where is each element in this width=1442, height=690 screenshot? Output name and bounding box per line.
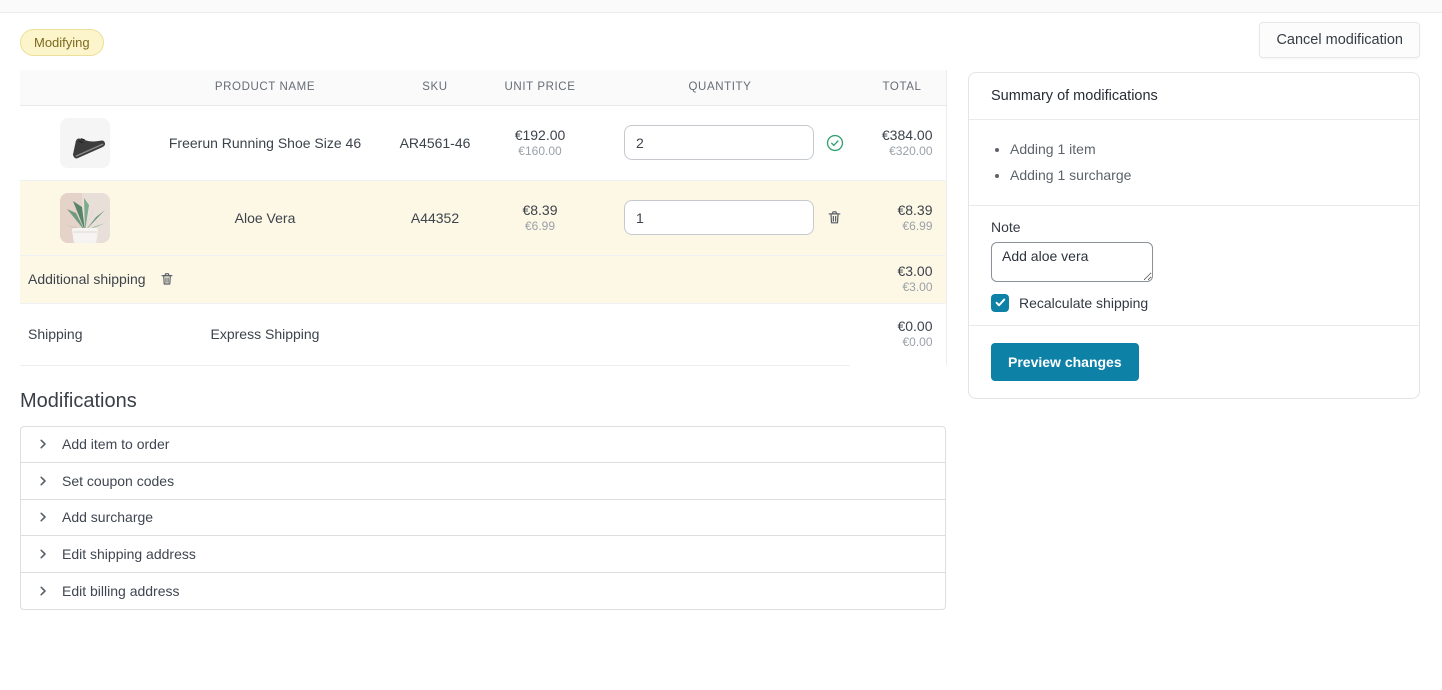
shipping-method: Express Shipping xyxy=(150,303,380,365)
chevron-right-icon xyxy=(37,585,49,597)
summary-card: Summary of modifications Adding 1 item A… xyxy=(968,72,1420,399)
accordion-set-coupon-codes[interactable]: Set coupon codes xyxy=(21,463,945,500)
note-textarea[interactable]: Add aloe vera xyxy=(991,242,1153,282)
accordion-label: Set coupon codes xyxy=(62,473,174,489)
accordion-edit-shipping-address[interactable]: Edit shipping address xyxy=(21,536,945,573)
top-strip xyxy=(0,0,1442,13)
accordion-label: Edit shipping address xyxy=(62,546,196,562)
summary-bullet: Adding 1 surcharge xyxy=(1010,165,1397,185)
order-modification-page: Modifying Cancel modification PRODUCT NA… xyxy=(0,0,1442,690)
shipping-total: €0.00 €0.00 xyxy=(850,318,946,350)
product-image-aloe-vera xyxy=(60,193,110,243)
surcharge-row: Additional shipping €3.0 xyxy=(20,255,946,303)
product-name: Freerun Running Shoe Size 46 xyxy=(150,105,380,180)
preview-changes-button[interactable]: Preview changes xyxy=(991,343,1139,381)
cancel-modification-button[interactable]: Cancel modification xyxy=(1259,22,1420,58)
chevron-right-icon xyxy=(37,511,49,523)
shipping-row: Shipping Express Shipping €0.00 €0.00 xyxy=(20,303,946,365)
modifications-accordion: Add item to order Set coupon codes Add s… xyxy=(20,426,946,611)
modifying-status-badge: Modifying xyxy=(20,29,104,56)
trash-icon[interactable] xyxy=(826,209,843,226)
product-sku: A44352 xyxy=(380,180,490,255)
image-column-header xyxy=(20,70,150,105)
chevron-right-icon xyxy=(37,438,49,450)
quantity-input[interactable] xyxy=(624,125,814,160)
table-row: Freerun Running Shoe Size 46 AR4561-46 €… xyxy=(20,105,946,180)
running-shoe-icon xyxy=(60,118,110,168)
surcharge-label: Additional shipping xyxy=(28,271,146,287)
accordion-add-surcharge[interactable]: Add surcharge xyxy=(21,500,945,537)
quantity-input[interactable] xyxy=(624,200,814,235)
surcharge-total: €3.00 €3.00 xyxy=(850,263,946,295)
total-column-header: TOTAL xyxy=(850,70,946,105)
chevron-right-icon xyxy=(37,475,49,487)
summary-bullet: Adding 1 item xyxy=(1010,139,1397,159)
line-total: €384.00 €320.00 xyxy=(850,127,946,159)
trash-icon[interactable] xyxy=(159,271,175,287)
accordion-label: Edit billing address xyxy=(62,583,180,599)
accordion-label: Add item to order xyxy=(62,436,169,452)
note-label: Note xyxy=(991,219,1397,235)
summary-title: Summary of modifications xyxy=(991,86,1397,106)
table-row-added: Aloe Vera A44352 €8.39 €6.99 xyxy=(20,180,946,255)
table-header-row: PRODUCT NAME SKU UNIT PRICE QUANTITY TOT… xyxy=(20,70,946,105)
accordion-edit-billing-address[interactable]: Edit billing address xyxy=(21,573,945,610)
shipping-label: Shipping xyxy=(20,303,150,365)
order-items-table: PRODUCT NAME SKU UNIT PRICE QUANTITY TOT… xyxy=(20,70,947,366)
unit-price-column-header: UNIT PRICE xyxy=(490,70,590,105)
line-total: €8.39 €6.99 xyxy=(850,202,946,234)
sku-column-header: SKU xyxy=(380,70,490,105)
recalculate-shipping-label: Recalculate shipping xyxy=(1019,295,1148,311)
aloe-vera-icon xyxy=(60,193,110,243)
summary-bullet-list: Adding 1 item Adding 1 surcharge xyxy=(991,139,1397,186)
product-name: Aloe Vera xyxy=(150,180,380,255)
unit-price: €192.00 €160.00 xyxy=(490,127,590,159)
product-image-running-shoe xyxy=(60,118,110,168)
unit-price: €8.39 €6.99 xyxy=(490,202,590,234)
quantity-column-header: QUANTITY xyxy=(590,70,850,105)
accordion-label: Add surcharge xyxy=(62,509,153,525)
product-name-column-header: PRODUCT NAME xyxy=(150,70,380,105)
check-circle-icon xyxy=(826,134,844,152)
product-sku: AR4561-46 xyxy=(380,105,490,180)
accordion-add-item-to-order[interactable]: Add item to order xyxy=(21,427,945,464)
recalculate-shipping-checkbox[interactable] xyxy=(991,294,1009,312)
chevron-right-icon xyxy=(37,548,49,560)
